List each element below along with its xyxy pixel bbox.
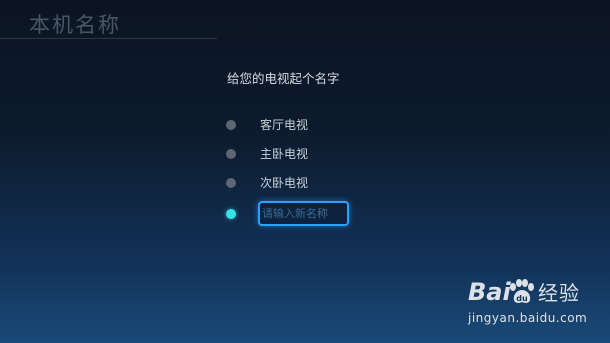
radio-dot[interactable] <box>226 120 236 130</box>
option-label: 客厅电视 <box>260 118 309 132</box>
radio-dot[interactable] <box>226 178 236 188</box>
watermark-brand: Bai <box>468 278 511 306</box>
paw-icon: du <box>506 278 536 306</box>
watermark-url: jingyan.baidu.com <box>468 311 588 325</box>
radio-dot[interactable] <box>226 149 236 159</box>
name-prompt: 给您的电视起个名字 <box>227 71 340 86</box>
custom-name-input[interactable] <box>258 201 349 226</box>
option-master-bedroom-tv[interactable]: 主卧电视 <box>225 144 365 164</box>
option-second-bedroom-tv[interactable]: 次卧电视 <box>225 173 365 193</box>
option-label: 次卧电视 <box>260 176 309 190</box>
title-divider <box>0 38 217 39</box>
watermark-brand-suffix: 经验 <box>538 281 580 305</box>
option-living-room-tv[interactable]: 客厅电视 <box>225 115 365 135</box>
baidu-jingyan-watermark: Bai du 经验 jingyan.baidu.com <box>468 276 598 332</box>
option-custom-name[interactable] <box>225 201 365 226</box>
radio-dot-active[interactable] <box>226 209 236 219</box>
page-title: 本机名称 <box>29 13 121 37</box>
svg-text:du: du <box>516 294 528 303</box>
option-label: 主卧电视 <box>260 147 309 161</box>
